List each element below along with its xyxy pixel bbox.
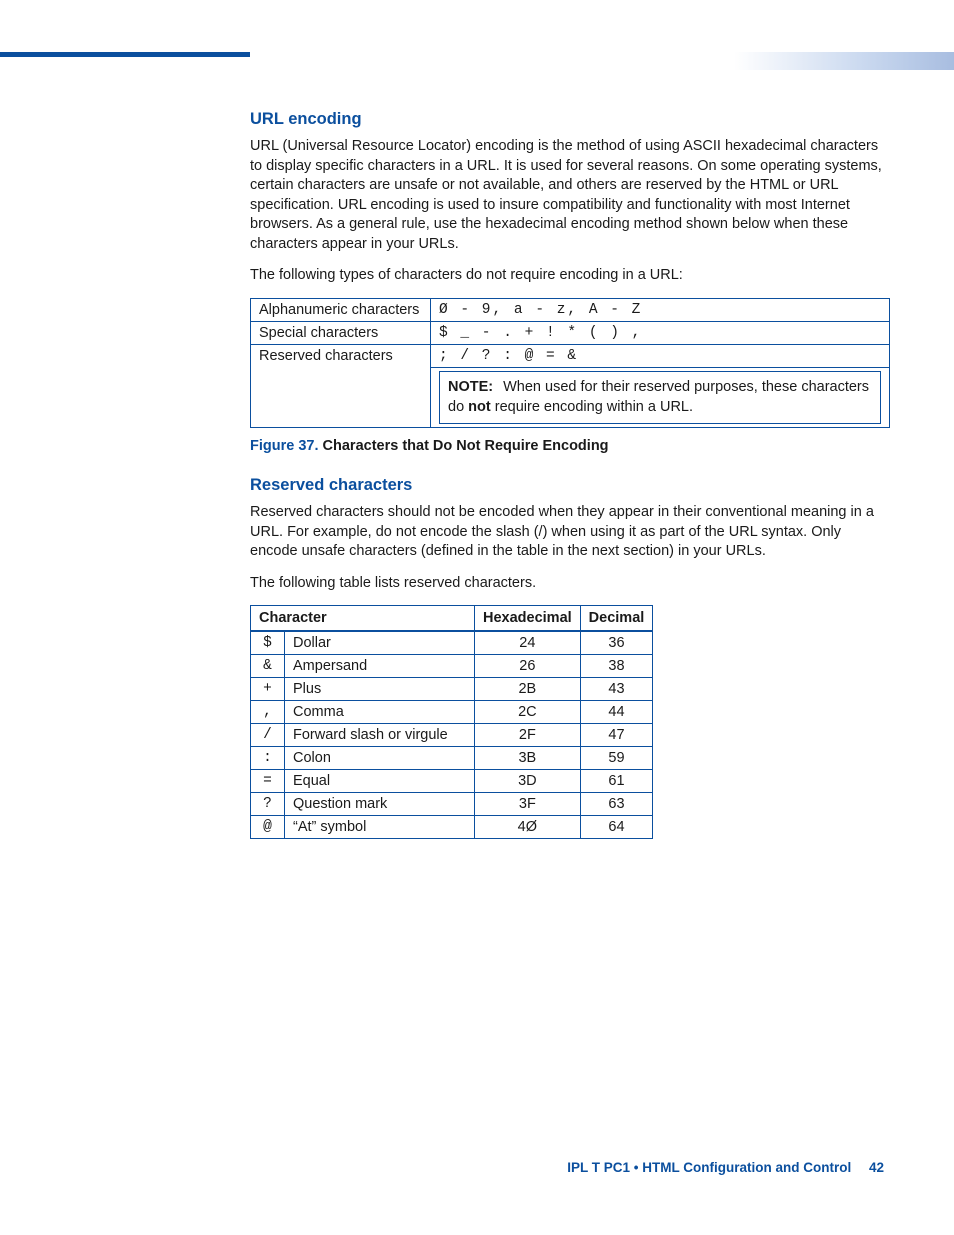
cell-dec: 64 (580, 816, 653, 839)
cell-label: Reserved characters (251, 344, 431, 427)
table-row: ?Question mark3F63 (251, 793, 653, 816)
figure-caption-37: Figure 37. Characters that Do Not Requir… (250, 438, 890, 454)
header-rule (0, 52, 250, 57)
note-label: NOTE: (448, 379, 503, 395)
cell-dec: 36 (580, 631, 653, 655)
cell-sym: ? (251, 793, 285, 816)
col-dec: Decimal (580, 606, 653, 632)
cell-dec: 61 (580, 770, 653, 793)
cell-sym: & (251, 655, 285, 678)
col-hex: Hexadecimal (475, 606, 581, 632)
table-row: Special characters $ _ - . + ! * ( ) , (251, 321, 890, 344)
page-content: URL encoding URL (Universal Resource Loc… (250, 110, 890, 839)
table-row: ,Comma2C44 (251, 701, 653, 724)
table-row: /Forward slash or virgule2F47 (251, 724, 653, 747)
cell-hex: 3B (475, 747, 581, 770)
figure-number: Figure 37. (250, 438, 319, 454)
para-reserved-intro: Reserved characters should not be encode… (250, 503, 890, 562)
cell-dec: 63 (580, 793, 653, 816)
cell-label: Alphanumeric characters (251, 298, 431, 321)
cell-value: $ _ - . + ! * ( ) , (431, 321, 890, 344)
para-url-encoding-intro: URL (Universal Resource Locator) encodin… (250, 137, 890, 254)
cell-name: Colon (285, 747, 475, 770)
cell-hex: 24 (475, 631, 581, 655)
cell-name: Question mark (285, 793, 475, 816)
para-reserved-lead: The following table lists reserved chara… (250, 574, 890, 594)
heading-reserved-characters: Reserved characters (250, 476, 890, 495)
table-row: $Dollar2436 (251, 631, 653, 655)
cell-sym: $ (251, 631, 285, 655)
table-row: =Equal3D61 (251, 770, 653, 793)
cell-hex: 4Ø (475, 816, 581, 839)
cell-sym: @ (251, 816, 285, 839)
cell-dec: 59 (580, 747, 653, 770)
footer-text: IPL T PC1 • HTML Configuration and Contr… (567, 1160, 851, 1175)
note-cell: NOTE:When used for their reserved purpos… (431, 367, 890, 427)
table-reserved-characters: Character Hexadecimal Decimal $Dollar243… (250, 605, 653, 839)
cell-name: Plus (285, 678, 475, 701)
cell-value: ; / ? : @ = & (431, 344, 890, 367)
cell-name: Ampersand (285, 655, 475, 678)
table-header-row: Character Hexadecimal Decimal (251, 606, 653, 632)
cell-name: Comma (285, 701, 475, 724)
cell-dec: 38 (580, 655, 653, 678)
page-number: 42 (855, 1160, 884, 1175)
table-row: Reserved characters ; / ? : @ = & (251, 344, 890, 367)
cell-name: Equal (285, 770, 475, 793)
cell-hex: 3F (475, 793, 581, 816)
col-character: Character (251, 606, 475, 632)
cell-hex: 3D (475, 770, 581, 793)
table-no-encoding: Alphanumeric characters Ø - 9, a - z, A … (250, 298, 890, 428)
cell-hex: 2B (475, 678, 581, 701)
note-text-after: require encoding within a URL. (491, 399, 693, 415)
cell-label: Special characters (251, 321, 431, 344)
cell-hex: 26 (475, 655, 581, 678)
cell-sym: / (251, 724, 285, 747)
cell-dec: 47 (580, 724, 653, 747)
cell-sym: = (251, 770, 285, 793)
table-row: +Plus2B43 (251, 678, 653, 701)
para-no-encoding-lead: The following types of characters do not… (250, 266, 890, 286)
cell-sym: : (251, 747, 285, 770)
figure-title: Characters that Do Not Require Encoding (319, 438, 609, 454)
heading-url-encoding: URL encoding (250, 110, 890, 129)
cell-name: “At” symbol (285, 816, 475, 839)
header-gradient (734, 52, 954, 70)
cell-dec: 43 (580, 678, 653, 701)
note-box: NOTE:When used for their reserved purpos… (439, 371, 881, 424)
cell-dec: 44 (580, 701, 653, 724)
cell-value: Ø - 9, a - z, A - Z (431, 298, 890, 321)
table-row: &Ampersand2638 (251, 655, 653, 678)
cell-hex: 2F (475, 724, 581, 747)
cell-sym: + (251, 678, 285, 701)
cell-name: Forward slash or virgule (285, 724, 475, 747)
cell-sym: , (251, 701, 285, 724)
table-row: @“At” symbol4Ø64 (251, 816, 653, 839)
note-bold: not (468, 399, 491, 415)
page-footer: IPL T PC1 • HTML Configuration and Contr… (567, 1160, 884, 1175)
cell-hex: 2C (475, 701, 581, 724)
table-row: :Colon3B59 (251, 747, 653, 770)
table-row: Alphanumeric characters Ø - 9, a - z, A … (251, 298, 890, 321)
cell-name: Dollar (285, 631, 475, 655)
